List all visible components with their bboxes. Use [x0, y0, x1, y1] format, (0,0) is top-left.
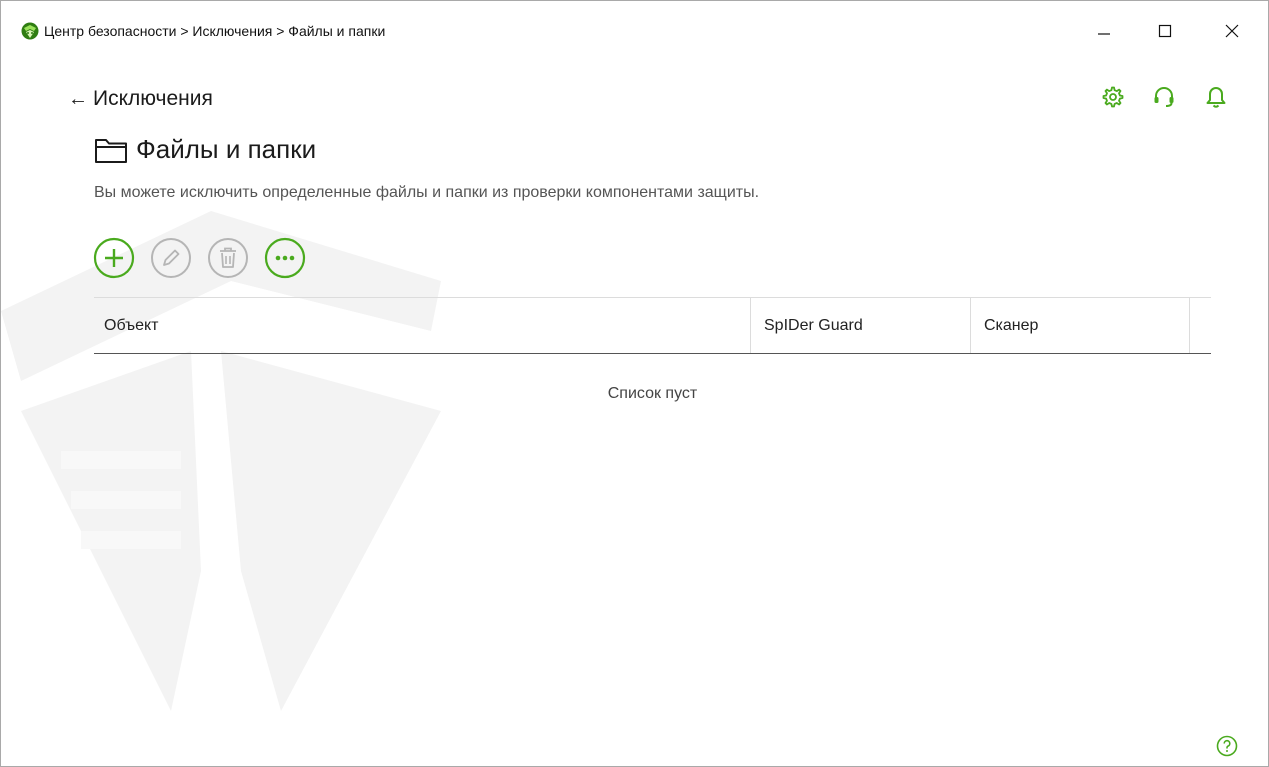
column-header-scanner[interactable]: Сканер: [970, 298, 1190, 353]
close-button[interactable]: [1209, 13, 1255, 49]
column-header-object[interactable]: Объект: [94, 298, 750, 353]
delete-button[interactable]: [207, 237, 249, 279]
page-description: Вы можете исключить определенные файлы и…: [94, 184, 760, 201]
column-header-spider-guard[interactable]: SpIDer Guard: [750, 298, 970, 353]
help-button[interactable]: [1215, 734, 1239, 758]
plus-icon: [93, 237, 135, 279]
back-arrow-icon: ←: [68, 88, 88, 110]
page-title: Файлы и папки: [94, 134, 316, 165]
column-header-label: SpIDer Guard: [764, 316, 863, 334]
column-header-label: Сканер: [984, 316, 1039, 334]
column-header-label: Объект: [104, 316, 159, 334]
maximize-icon: [1158, 24, 1172, 38]
window-title: Центр безопасности > Исключения > Файлы …: [44, 23, 386, 39]
page-title-text: Файлы и папки: [136, 134, 317, 164]
more-options-button[interactable]: [264, 237, 306, 279]
app-window: Центр безопасности > Исключения > Файлы …: [0, 0, 1269, 767]
help-icon: [1216, 735, 1238, 757]
table-header: Объект SpIDer Guard Сканер: [94, 297, 1211, 354]
headset-icon: [1154, 87, 1174, 107]
edit-button[interactable]: [150, 237, 192, 279]
title-bar: Центр безопасности > Исключения > Файлы …: [1, 1, 1268, 61]
toolbar: [93, 237, 306, 279]
gear-icon: [1102, 86, 1124, 108]
empty-list-message: Список пуст: [607, 385, 698, 402]
app-logo-icon: [21, 22, 39, 40]
pencil-icon: [151, 238, 191, 278]
bell-icon: [1206, 87, 1226, 108]
more-icon: [264, 237, 306, 279]
close-icon: [1225, 24, 1239, 38]
minimize-button[interactable]: [1081, 13, 1127, 49]
minimize-icon: [1098, 33, 1110, 35]
back-to-exclusions-link[interactable]: ← Исключения: [68, 87, 213, 111]
trash-icon: [208, 238, 248, 278]
folder-icon: [95, 138, 127, 163]
add-button[interactable]: [93, 237, 135, 279]
support-button[interactable]: [1149, 83, 1179, 111]
settings-button[interactable]: [1097, 83, 1127, 111]
back-link-label: Исключения: [93, 87, 213, 110]
exclusions-table: Объект SpIDer Guard Сканер Список пуст: [94, 297, 1211, 402]
notifications-button[interactable]: [1201, 83, 1231, 111]
maximize-button[interactable]: [1142, 13, 1188, 49]
